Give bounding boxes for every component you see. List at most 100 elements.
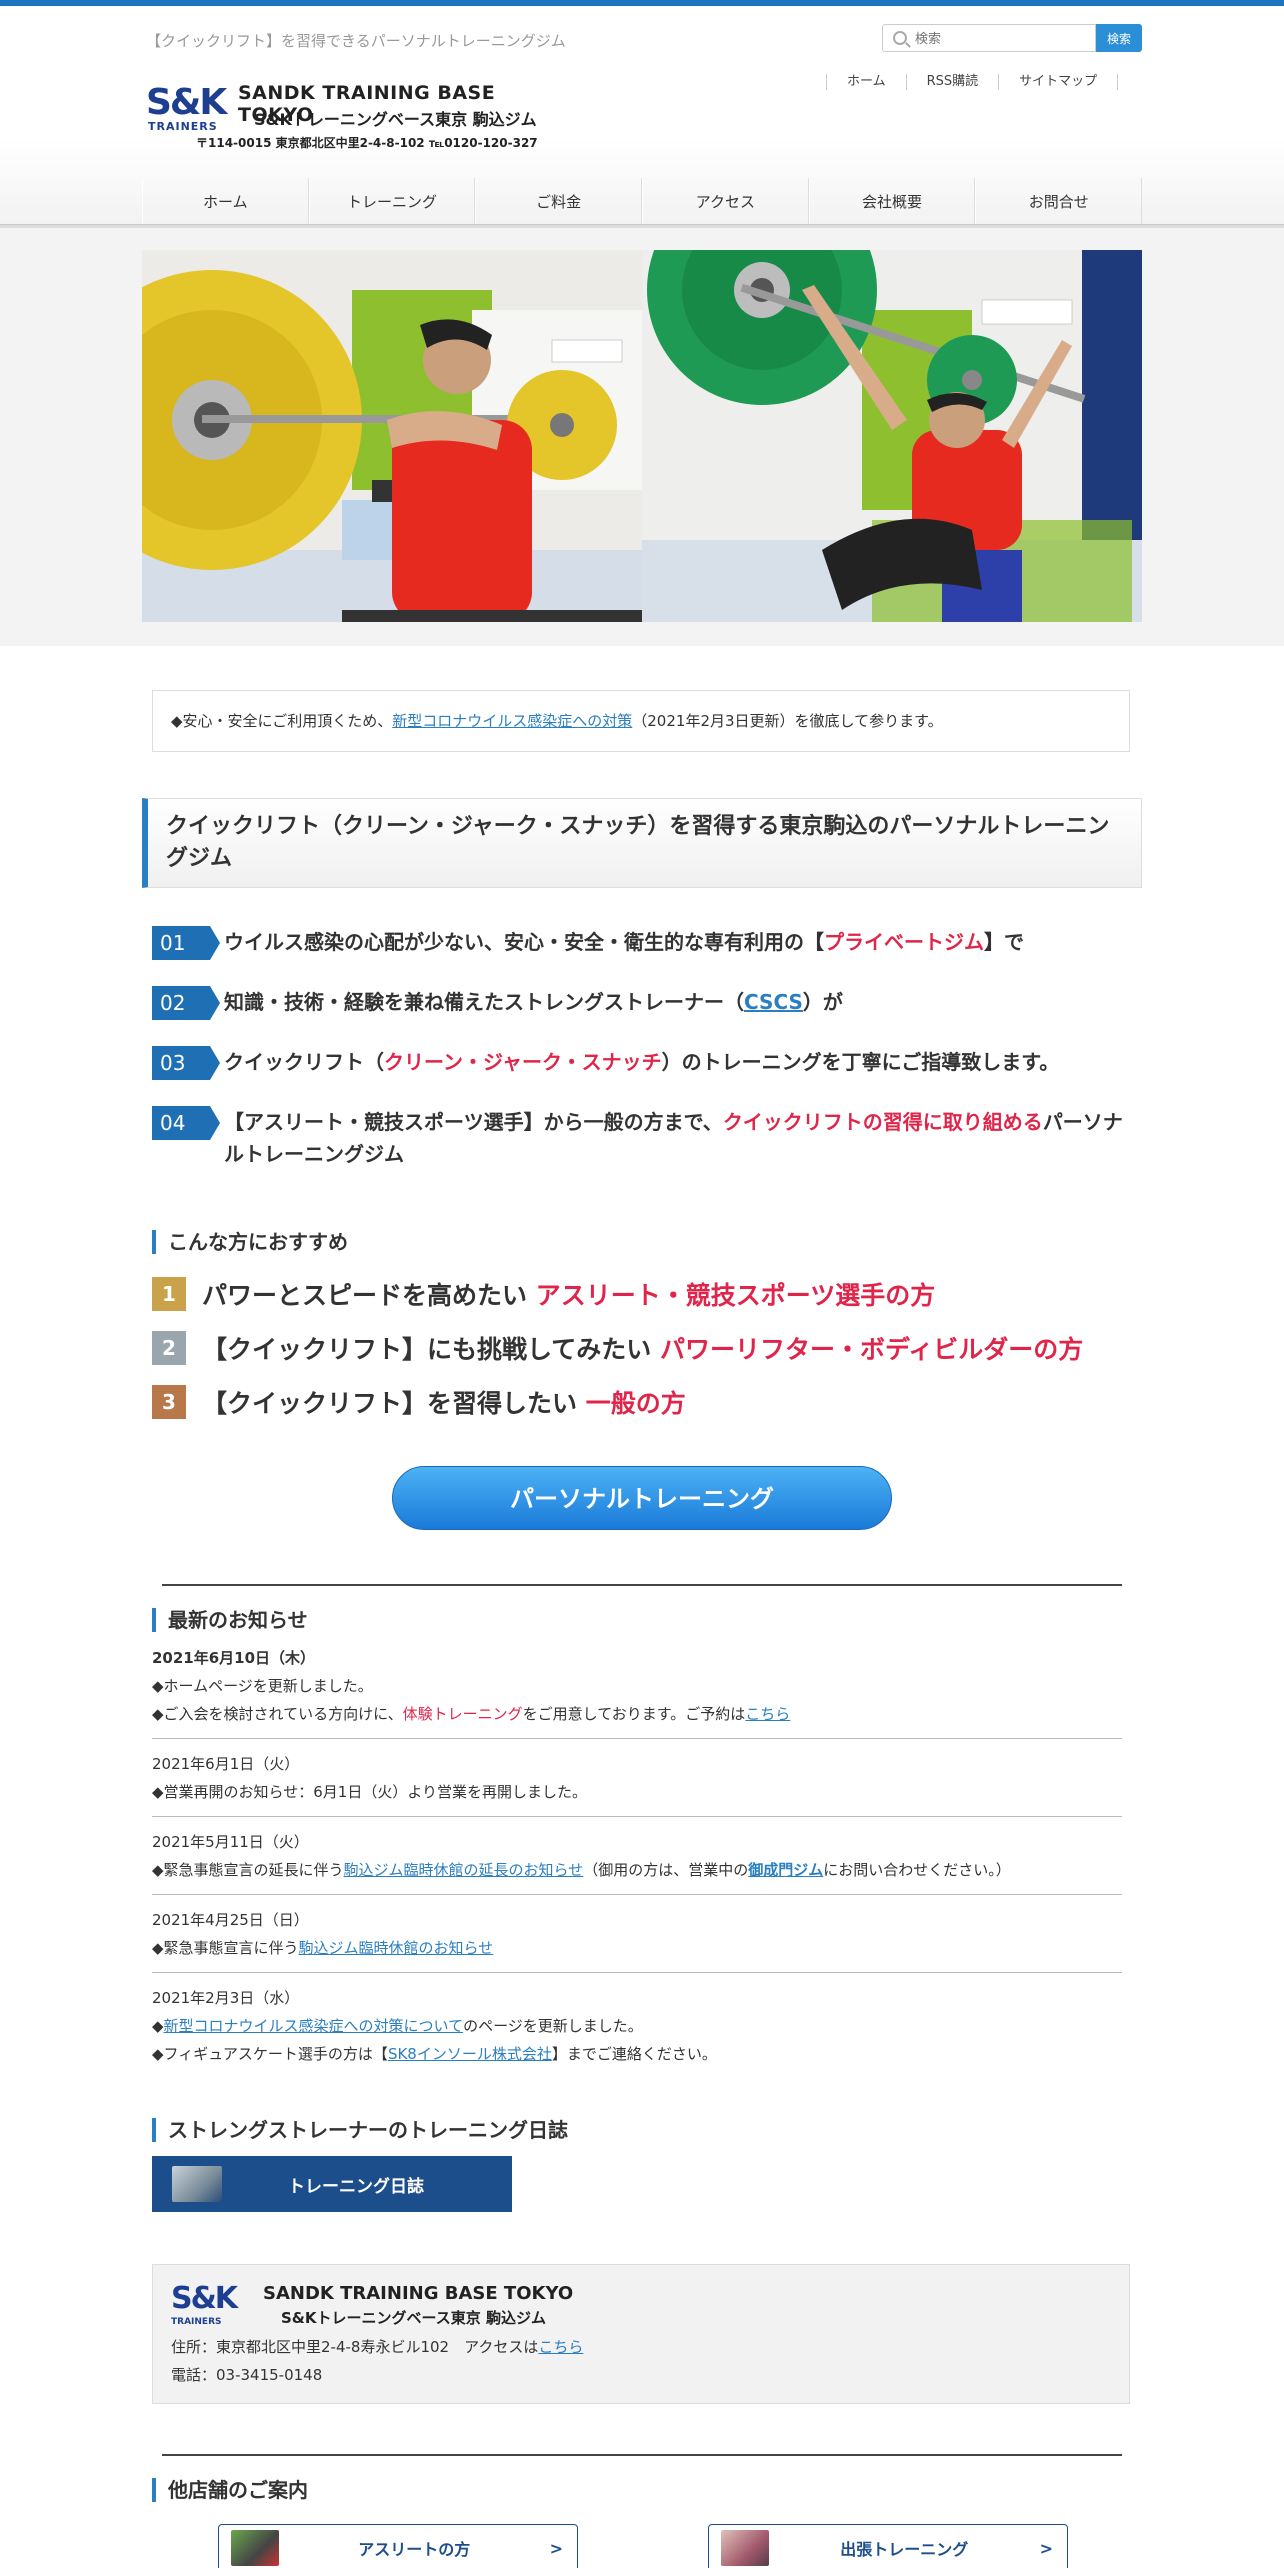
news-date: 2021年5月11日（火）: [152, 1833, 309, 1851]
recommend-text: 【クイックリフト】を習得したい 一般の方: [202, 1389, 686, 1418]
point-text: ウイルス感染の心配が少ない、安心・安全・衛生的な専有利用の【プライベートジム】で: [224, 930, 1024, 954]
notice-suffix: （2021年2月3日更新）を徹底して参ります。: [632, 712, 943, 730]
news-separator: [152, 1816, 1122, 1817]
news-entry-5: 2021年2月3日（水） ◆新型コロナウイルス感染症への対策についてのページを更…: [152, 1984, 1122, 2068]
diary-button-label: トレーニング日誌: [288, 2176, 424, 2197]
covid-measures-link[interactable]: 新型コロナウイルス感染症への対策について: [164, 2017, 464, 2035]
point-number: 04: [152, 1106, 220, 1140]
news-line: ◆緊急事態宣言の延長に伴う駒込ジム臨時休館の延長のお知らせ（御用の方は、営業中の…: [152, 1861, 1011, 1879]
news-separator: [152, 1894, 1122, 1895]
athlete-thumbnail-icon: [231, 2530, 279, 2566]
chevron-right-icon: >: [549, 2538, 563, 2558]
visiting-thumbnail-icon: [721, 2530, 769, 2566]
news-line: ◆ご入会を検討されている方向けに、体験トレーニングをご用意しております。ご予約は…: [152, 1705, 791, 1723]
store-label: アスリートの方: [358, 2540, 471, 2559]
section-rule: [162, 2454, 1122, 2456]
feature-point-1: 01 ウイルス感染の心配が少ない、安心・安全・衛生的な専有利用の【プライベートジ…: [152, 926, 1132, 960]
store-label: 出張トレーニング: [840, 2540, 969, 2559]
nav-contact[interactable]: お問合せ: [975, 178, 1143, 226]
news-entry-4: 2021年4月25日（日） ◆緊急事態宣言に伴う駒込ジム臨時休館のお知らせ: [152, 1906, 1122, 1962]
access-link[interactable]: こちら: [538, 2338, 583, 2356]
news-entry-2: 2021年6月1日（火） ◆営業再開のお知らせ：6月1日（火）より営業を再開しま…: [152, 1750, 1122, 1806]
rank-badge: 1: [152, 1277, 186, 1311]
utility-links: ホーム RSS購読 サイトマップ: [826, 74, 1119, 90]
search-button[interactable]: 検索: [1096, 24, 1142, 52]
news-heading: 最新のお知らせ: [152, 1608, 308, 1632]
search-input[interactable]: [915, 30, 1085, 46]
feature-point-3: 03 クイックリフト（クリーン・ジャーク・スナッチ）のトレーニングを丁寧にご指導…: [152, 1046, 1132, 1080]
news-line: ◆営業再開のお知らせ：6月1日（火）より営業を再開しました。: [152, 1783, 588, 1801]
nav-training[interactable]: トレーニング: [308, 178, 476, 226]
reservation-link[interactable]: こちら: [745, 1705, 790, 1723]
site-tagline: 【クイックリフト】を習得できるパーソナルトレーニングジム: [146, 32, 566, 50]
footer-phone: 電話：03-3415-0148: [171, 2366, 323, 2384]
footer-address: 住所：東京都北区中里2-4-8寿永ビル102 アクセスはこちら: [171, 2338, 584, 2356]
footer-name-jp: S&Kトレーニングベース東京 駒込ジム: [281, 2309, 546, 2327]
closure-notice-link[interactable]: 駒込ジム臨時休館のお知らせ: [299, 1939, 494, 1957]
site-logo[interactable]: S&K TRAINERS SANDK TRAINING BASE TOKYO S…: [146, 76, 546, 156]
recommend-text: 【クイックリフト】にも挑戦してみたい パワーリフター・ボディビルダーの方: [202, 1335, 1084, 1364]
main-heading: クイックリフト（クリーン・ジャーク・スナッチ）を習得する東京駒込のパーソナルトレ…: [142, 798, 1142, 888]
footer-logo: S&K TRAINERS SANDK TRAINING BASE TOKYO S…: [171, 2281, 1111, 2333]
search-icon: [893, 31, 907, 45]
footer-logo-sub: TRAINERS: [171, 2317, 222, 2327]
recommend-heading: こんな方におすすめ: [152, 1230, 348, 1254]
point-text: 【アスリート・競技スポーツ選手】から一般の方まで、クイックリフトの習得に取り組め…: [224, 1110, 1123, 1166]
logo-name-jp: S&Kトレーニングベース東京 駒込ジム: [254, 110, 537, 129]
notice-prefix: ◆安心・安全にご利用頂くため、: [171, 712, 393, 730]
nav-home[interactable]: ホーム: [142, 178, 309, 226]
recommend-item-3: 3 【クイックリフト】を習得したい 一般の方: [152, 1384, 686, 1420]
training-diary-button[interactable]: トレーニング日誌: [152, 2156, 512, 2212]
rank-badge: 2: [152, 1331, 186, 1365]
news-date: 2021年6月10日（木）: [152, 1649, 316, 1667]
onarimon-gym-link[interactable]: 御成門ジム: [748, 1861, 823, 1879]
section-rule: [162, 1584, 1122, 1586]
hero-photo-snatch: [642, 250, 1142, 622]
logo-mark: S&K: [146, 82, 227, 123]
main-nav: ホーム トレーニング ご料金 アクセス 会社概要 お問合せ: [142, 178, 1143, 226]
news-separator: [152, 1738, 1122, 1739]
nav-access[interactable]: アクセス: [642, 178, 809, 226]
store-link-athlete[interactable]: アスリートの方 >: [218, 2524, 578, 2568]
chevron-right-icon: >: [1039, 2538, 1053, 2558]
rank-badge: 3: [152, 1385, 186, 1419]
toplink-home[interactable]: ホーム: [826, 74, 906, 90]
point-number: 03: [152, 1046, 220, 1080]
covid-notice: ◆安心・安全にご利用頂くため、新型コロナウイルス感染症への対策（2021年2月3…: [152, 690, 1130, 752]
hero-banner: [0, 228, 1284, 646]
feature-point-2: 02 知識・技術・経験を兼ね備えたストレングストレーナー（CSCS）が: [152, 986, 1132, 1020]
site-header: 【クイックリフト】を習得できるパーソナルトレーニングジム 検索 ホーム RSS購…: [0, 6, 1284, 228]
point-text: 知識・技術・経験を兼ね備えたストレングストレーナー（CSCS）が: [224, 990, 843, 1014]
recommend-item-1: 1 パワーとスピードを高めたい アスリート・競技スポーツ選手の方: [152, 1276, 935, 1312]
toplink-sitemap[interactable]: サイトマップ: [998, 74, 1119, 90]
sk8-insole-link[interactable]: SK8インソール株式会社: [388, 2045, 552, 2063]
recommend-item-2: 2 【クイックリフト】にも挑戦してみたい パワーリフター・ボディビルダーの方: [152, 1330, 1083, 1366]
news-date: 2021年2月3日（水）: [152, 1989, 300, 2007]
news-line: ◆新型コロナウイルス感染症への対策についてのページを更新しました。: [152, 2017, 643, 2035]
notice-covid-link[interactable]: 新型コロナウイルス感染症への対策: [392, 712, 632, 730]
news-separator: [152, 1972, 1122, 1973]
closure-extension-link[interactable]: 駒込ジム臨時休館の延長のお知らせ: [344, 1861, 584, 1879]
news-line: ◆緊急事態宣言に伴う駒込ジム臨時休館のお知らせ: [152, 1939, 494, 1957]
diary-thumbnail-icon: [172, 2166, 222, 2202]
news-line: ◆ホームページを更新しました。: [152, 1677, 373, 1695]
feature-point-4: 04 【アスリート・競技スポーツ選手】から一般の方まで、クイックリフトの習得に取…: [152, 1106, 1132, 1170]
news-line: ◆フィギュアスケート選手の方は【SK8インソール株式会社】までご連絡ください。: [152, 2045, 717, 2063]
nav-company[interactable]: 会社概要: [808, 178, 976, 226]
nav-pricing[interactable]: ご料金: [475, 178, 643, 226]
footer-name-en: SANDK TRAINING BASE TOKYO: [263, 2283, 574, 2304]
news-entry-3: 2021年5月11日（火） ◆緊急事態宣言の延長に伴う駒込ジム臨時休館の延長のお…: [152, 1828, 1122, 1884]
logo-address: 〒114-0015 東京都北区中里2-4-8-102 ℡0120-120-327: [196, 136, 538, 150]
personal-training-button[interactable]: パーソナルトレーニング: [392, 1466, 892, 1530]
store-link-visiting[interactable]: 出張トレーニング >: [708, 2524, 1068, 2568]
toplink-rss[interactable]: RSS購読: [905, 74, 999, 90]
cscs-link[interactable]: CSCS: [744, 990, 803, 1014]
stores-heading: 他店舗のご案内: [152, 2478, 308, 2502]
diary-heading: ストレングストレーナーのトレーニング日誌: [152, 2118, 568, 2142]
point-number: 01: [152, 926, 220, 960]
point-text: クイックリフト（クリーン・ジャーク・スナッチ）のトレーニングを丁寧にご指導致しま…: [224, 1050, 1060, 1074]
news-date: 2021年6月1日（火）: [152, 1755, 300, 1773]
hero-photo-front-squat: [142, 250, 642, 622]
point-number: 02: [152, 986, 220, 1020]
search-box: [882, 24, 1096, 52]
